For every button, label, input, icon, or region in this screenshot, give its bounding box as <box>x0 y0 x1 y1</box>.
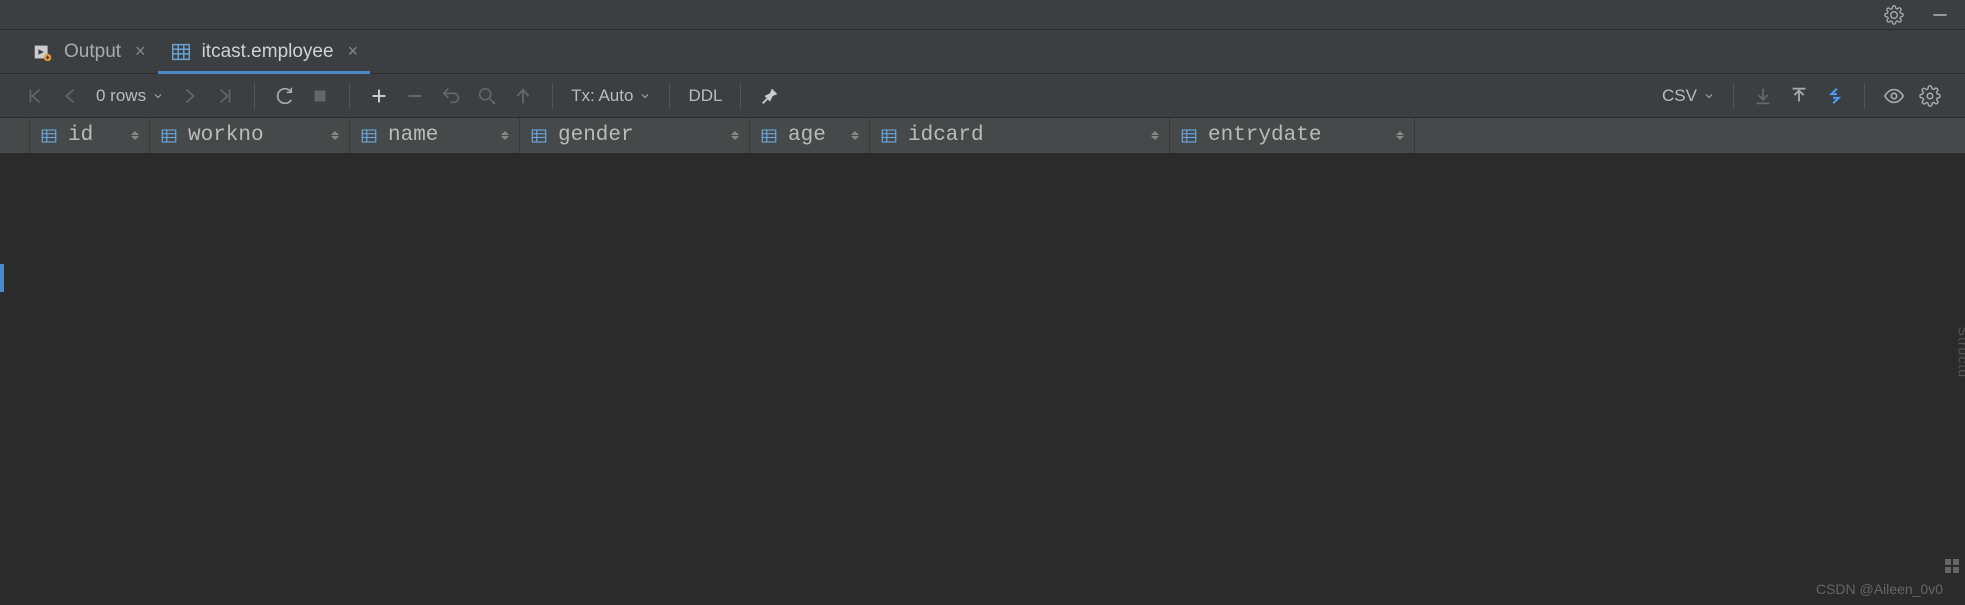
tx-mode-label: Tx: Auto <box>571 86 633 106</box>
reload-icon[interactable] <box>269 81 299 111</box>
table-icon <box>170 41 192 63</box>
prev-page-icon[interactable] <box>56 81 86 111</box>
settings-icon[interactable] <box>1879 0 1909 30</box>
column-header-id[interactable]: id <box>30 118 150 153</box>
column-icon <box>40 127 58 145</box>
grid-toolbar: 0 rows Tx: Auto DDL CSV <box>0 74 1965 118</box>
structure-tool-icon[interactable] <box>1945 559 1959 573</box>
grid-header: id workno name gender age idcard entrydate <box>0 118 1965 154</box>
column-header-idcard[interactable]: idcard <box>870 118 1170 153</box>
sort-icon[interactable] <box>1151 131 1159 140</box>
column-icon <box>880 127 898 145</box>
column-label: idcard <box>908 124 984 147</box>
sort-icon[interactable] <box>501 131 509 140</box>
revert-icon[interactable] <box>436 81 466 111</box>
last-page-icon[interactable] <box>210 81 240 111</box>
close-icon[interactable]: × <box>348 41 359 62</box>
upload-icon[interactable] <box>1784 81 1814 111</box>
rows-count-label: 0 rows <box>96 86 146 106</box>
sort-icon[interactable] <box>131 131 139 140</box>
eye-icon[interactable] <box>1879 81 1909 111</box>
column-icon <box>530 127 548 145</box>
stop-icon[interactable] <box>305 81 335 111</box>
download-icon[interactable] <box>1748 81 1778 111</box>
column-label: age <box>788 124 826 147</box>
close-icon[interactable]: × <box>135 41 146 62</box>
row-number-column <box>0 118 30 153</box>
column-header-workno[interactable]: workno <box>150 118 350 153</box>
column-icon <box>1180 127 1198 145</box>
column-icon <box>360 127 378 145</box>
sort-icon[interactable] <box>1396 131 1404 140</box>
ddl-button[interactable]: DDL <box>684 86 726 106</box>
structure-tool-label[interactable]: Structu <box>1955 326 1965 377</box>
tab-table-label: itcast.employee <box>202 41 334 63</box>
export-format-label: CSV <box>1662 86 1697 106</box>
submit-icon[interactable] <box>508 81 538 111</box>
column-header-age[interactable]: age <box>750 118 870 153</box>
minimize-icon[interactable] <box>1925 0 1955 30</box>
tab-output[interactable]: Output × <box>20 30 158 73</box>
rows-count[interactable]: 0 rows <box>92 86 168 106</box>
chevron-down-icon <box>639 90 651 102</box>
tab-table[interactable]: itcast.employee × <box>158 30 371 73</box>
column-label: entrydate <box>1208 124 1321 147</box>
sort-icon[interactable] <box>851 131 859 140</box>
pin-icon[interactable] <box>755 81 785 111</box>
column-header-name[interactable]: name <box>350 118 520 153</box>
remove-row-icon[interactable] <box>400 81 430 111</box>
column-icon <box>160 127 178 145</box>
tab-output-label: Output <box>64 41 121 63</box>
column-label: workno <box>188 124 264 147</box>
column-header-gender[interactable]: gender <box>520 118 750 153</box>
column-label: id <box>68 124 93 147</box>
add-row-icon[interactable] <box>364 81 394 111</box>
chevron-down-icon <box>1703 90 1715 102</box>
gutter-marker <box>0 264 4 292</box>
sort-icon[interactable] <box>731 131 739 140</box>
first-page-icon[interactable] <box>20 81 50 111</box>
grid-body: CSDN @Aileen_0v0 Structu <box>0 154 1965 605</box>
tx-mode[interactable]: Tx: Auto <box>567 86 655 106</box>
output-icon <box>32 41 54 63</box>
chevron-down-icon <box>152 90 164 102</box>
compare-icon[interactable] <box>1820 81 1850 111</box>
settings-icon[interactable] <box>1915 81 1945 111</box>
watermark: CSDN @Aileen_0v0 <box>1816 581 1943 597</box>
sort-icon[interactable] <box>331 131 339 140</box>
tab-bar: Output × itcast.employee × <box>0 30 1965 74</box>
commit-preview-icon[interactable] <box>472 81 502 111</box>
column-label: name <box>388 124 438 147</box>
column-label: gender <box>558 124 634 147</box>
column-header-entrydate[interactable]: entrydate <box>1170 118 1415 153</box>
next-page-icon[interactable] <box>174 81 204 111</box>
export-format[interactable]: CSV <box>1658 86 1719 106</box>
column-icon <box>760 127 778 145</box>
